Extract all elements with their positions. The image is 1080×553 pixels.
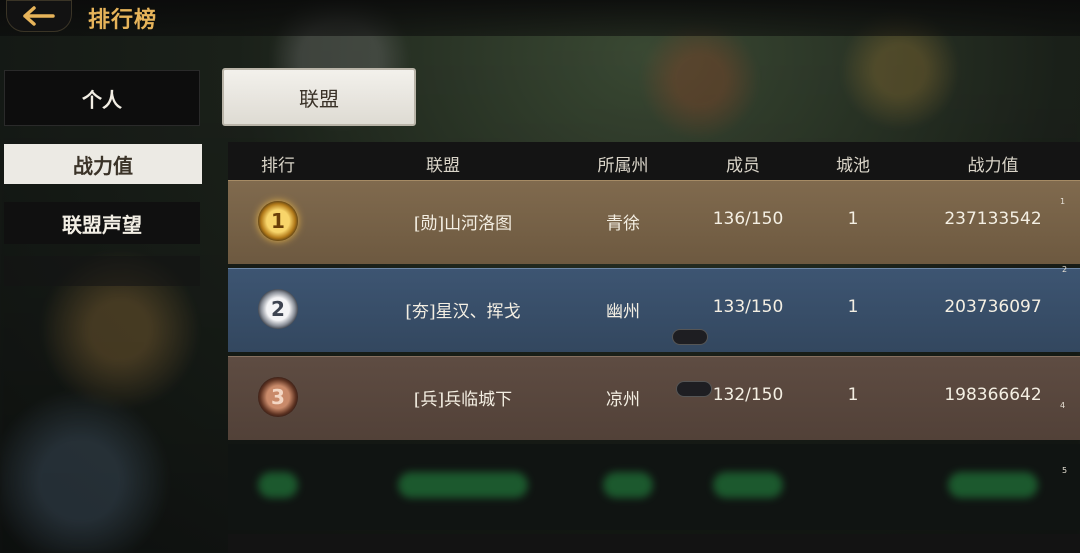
gold-medal-icon: 1 [258, 201, 298, 241]
state-name: 青徐 [606, 214, 640, 234]
column-header-state: 所属州 [597, 156, 649, 176]
city-count: 1 [847, 209, 859, 229]
row-side-number: 4 [1060, 401, 1066, 410]
sidebar-tab-label: 联盟声望 [62, 212, 142, 237]
sidebar-tab-label: 战力值 [73, 153, 133, 178]
row-side-number: 2 [1062, 265, 1068, 274]
loading-placeholder [603, 472, 653, 498]
table-header: 排行 联盟 所属州 成员 城池 战力值 [228, 142, 1080, 180]
top-bar: 排行榜 [0, 0, 1080, 36]
table-row-5[interactable] [228, 534, 1080, 553]
column-header-members: 成员 [726, 156, 760, 176]
column-header-power: 战力值 [967, 156, 1019, 176]
sidebar-tab-personal[interactable]: 个人 [4, 70, 200, 126]
power-value: 198366642 [944, 385, 1042, 405]
table-row-1[interactable]: 1 [勋]山河洛图 青徐 136/150 1 237133542 1 [228, 180, 1080, 264]
city-count: 1 [847, 385, 859, 405]
back-arrow-icon [23, 6, 55, 26]
power-value: 203736097 [944, 297, 1042, 317]
member-count: 133/150 [712, 297, 784, 317]
row-side-number: 1 [1060, 197, 1066, 206]
state-name: 幽州 [606, 302, 640, 322]
back-button[interactable] [6, 0, 72, 32]
loading-placeholder [398, 472, 528, 498]
sidebar-tab-power[interactable]: 战力值 [4, 144, 202, 184]
column-header-rank: 排行 [261, 156, 295, 176]
loading-placeholder [713, 472, 783, 498]
loading-placeholder [258, 472, 298, 498]
rank-number: 1 [271, 209, 285, 233]
member-count: 136/150 [712, 209, 784, 229]
chat-bubble-icon [676, 381, 712, 397]
sidebar-tab-empty [4, 256, 200, 286]
page-title: 排行榜 [88, 7, 158, 33]
sidebar-tab-reputation[interactable]: 联盟声望 [4, 202, 200, 244]
alliance-name: [兵]兵临城下 [413, 390, 513, 410]
tab-alliance[interactable]: 联盟 [222, 68, 416, 126]
alliance-name: [夯]星汉、挥戈 [405, 302, 521, 322]
member-count: 132/150 [712, 385, 784, 405]
state-name: 凉州 [606, 390, 640, 410]
bronze-medal-icon: 3 [258, 377, 298, 417]
power-value: 237133542 [944, 209, 1042, 229]
rank-number: 3 [271, 385, 285, 409]
rank-number: 2 [271, 297, 285, 321]
column-header-cities: 城池 [836, 156, 870, 176]
city-count: 1 [847, 297, 859, 317]
table-row-2[interactable]: 2 [夯]星汉、挥戈 幽州 133/150 1 203736097 2 [228, 265, 1080, 352]
alliance-name: [勋]山河洛图 [413, 214, 513, 234]
sidebar-tab-label: 个人 [82, 87, 122, 112]
loading-placeholder [948, 472, 1038, 498]
column-header-alliance: 联盟 [426, 156, 460, 176]
table-row-4[interactable]: 5 [228, 444, 1080, 530]
table-row-3[interactable]: 3 [兵]兵临城下 凉州 132/150 1 198366642 4 [228, 356, 1080, 440]
silver-medal-icon: 2 [258, 289, 298, 329]
row-side-number: 5 [1062, 466, 1068, 475]
tab-label: 联盟 [299, 86, 339, 111]
chat-bubble-icon [672, 329, 708, 345]
